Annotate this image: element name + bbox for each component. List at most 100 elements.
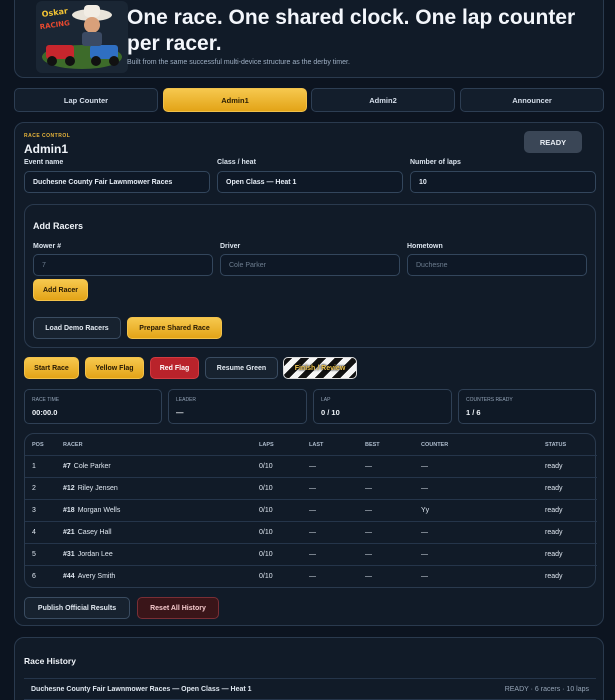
standings-table: POS RACER LAPS LAST BEST COUNTER STATUS … [24,433,597,588]
laps-cell: 0/10 [259,529,273,536]
finish-review-label: Finish / Review [294,364,346,372]
last-cell: — [309,529,316,536]
status-cell: ready [545,529,563,536]
pos-cell: 3 [32,507,36,514]
race-history-panel: Race History Duchesne County Fair Lawnmo… [14,637,604,700]
leader-value: — [176,408,184,417]
racer-name: Avery Smith [77,573,116,580]
last-cell: — [309,507,316,514]
last-cell: — [309,463,316,470]
resume-green-button[interactable]: Resume Green [205,357,278,379]
prepare-shared-race-button[interactable]: Prepare Shared Race [127,317,222,339]
laps-label: Number of laps [410,159,461,166]
event-name-field[interactable]: Duchesne County Fair Lawnmower Races [24,171,210,193]
table-row: 1 #7 Cole Parker 0/10 — — — ready [25,455,597,477]
finish-review-button[interactable]: Finish / Review [283,357,357,379]
counters-ready-card: COUNTERS READY 1 / 6 [458,389,596,424]
lap-label: LAP [321,397,331,403]
history-item[interactable]: Duchesne County Fair Lawnmower Races — O… [24,678,596,700]
tab-announcer[interactable]: Announcer [460,88,604,112]
table-row: 4 #21 Casey Hall 0/10 — — — ready [25,521,597,543]
reset-history-button[interactable]: Reset All History [137,597,219,619]
best-cell: — [365,485,372,492]
status-cell: ready [545,463,563,470]
history-item-meta: READY · 6 racers · 10 laps [504,686,589,693]
best-cell: — [365,573,372,580]
counter-cell: — [421,529,428,536]
racer-cell: #18 Morgan Wells [63,507,120,514]
counter-cell: — [421,551,428,558]
history-item-title: Duchesne County Fair Lawnmower Races — O… [31,686,252,693]
tab-admin1[interactable]: Admin1 [163,88,307,112]
counter-cell: Yy [421,507,430,514]
hometown-input[interactable]: Duchesne [407,254,587,276]
racer-cell: #7 Cole Parker [63,463,111,470]
col-laps: LAPS [259,442,274,448]
col-racer: RACER [63,442,83,448]
racer-name: Casey Hall [77,529,112,536]
col-best: BEST [365,442,380,448]
racer-number: #18 [63,507,75,514]
laps-cell: 0/10 [259,551,273,558]
tab-admin2[interactable]: Admin2 [311,88,455,112]
hero-header: Oskar RACING One race. One shared clock.… [14,0,604,78]
status-badge: READY [524,131,582,153]
racer-number: #31 [63,551,75,558]
racer-cell: #44 Avery Smith [63,573,115,580]
add-racer-button[interactable]: Add Racer [33,279,88,301]
pos-cell: 2 [32,485,36,492]
pos-cell: 1 [32,463,36,470]
best-cell: — [365,529,372,536]
pos-cell: 4 [32,529,36,536]
counters-ready-label: COUNTERS READY [466,397,513,403]
racer-name: Riley Jensen [77,485,118,492]
hometown-label: Hometown [407,243,443,250]
class-heat-label: Class / heat [217,159,256,166]
mower-number-input[interactable]: 7 [33,254,213,276]
load-demo-racers-button[interactable]: Load Demo Racers [33,317,121,339]
racer-cell: #21 Casey Hall [63,529,112,536]
add-racers-title: Add Racers [33,221,84,231]
section-kicker: RACE CONTROL [24,133,71,139]
event-name-label: Event name [24,159,64,166]
counter-cell: — [421,573,428,580]
race-time-card: RACE TIME 00:00.0 [24,389,162,424]
red-flag-button[interactable]: Red Flag [150,357,199,379]
best-cell: — [365,463,372,470]
pos-cell: 6 [32,573,36,580]
laps-cell: 0/10 [259,507,273,514]
racer-number: #21 [63,529,75,536]
pos-cell: 5 [32,551,36,558]
page-subtitle: Built from the same successful multi-dev… [127,59,350,66]
leader-label: LEADER [176,397,197,403]
status-cell: ready [545,551,563,558]
racer-cell: #12 Riley Jensen [63,485,118,492]
start-race-button[interactable]: Start Race [24,357,79,379]
status-cell: ready [545,485,563,492]
col-counter: COUNTER [421,442,449,448]
last-cell: — [309,485,316,492]
race-control-panel: RACE CONTROL Admin1 READY Event name Duc… [14,122,604,626]
tab-lap-counter[interactable]: Lap Counter [14,88,158,112]
table-row: 2 #12 Riley Jensen 0/10 — — — ready [25,477,597,499]
best-cell: — [365,507,372,514]
lap-card: LAP 0 / 10 [313,389,452,424]
racer-number: #44 [63,573,75,580]
racer-name: Cole Parker [73,463,111,470]
publish-results-button[interactable]: Publish Official Results [24,597,130,619]
last-cell: — [309,551,316,558]
status-cell: ready [545,573,563,580]
lap-value: 0 / 10 [321,408,340,417]
table-row: 3 #18 Morgan Wells 0/10 — — Yy ready [25,499,597,521]
class-heat-field[interactable]: Open Class — Heat 1 [217,171,403,193]
laps-field[interactable]: 10 [410,171,596,193]
laps-cell: 0/10 [259,573,273,580]
driver-label: Driver [220,243,241,250]
counter-cell: — [421,485,428,492]
racer-cell: #31 Jordan Lee [63,551,113,558]
best-cell: — [365,551,372,558]
yellow-flag-button[interactable]: Yellow Flag [85,357,144,379]
last-cell: — [309,573,316,580]
driver-input[interactable]: Cole Parker [220,254,400,276]
add-racers-panel: Add Racers Mower # 7 Driver Cole Parker … [24,204,596,348]
